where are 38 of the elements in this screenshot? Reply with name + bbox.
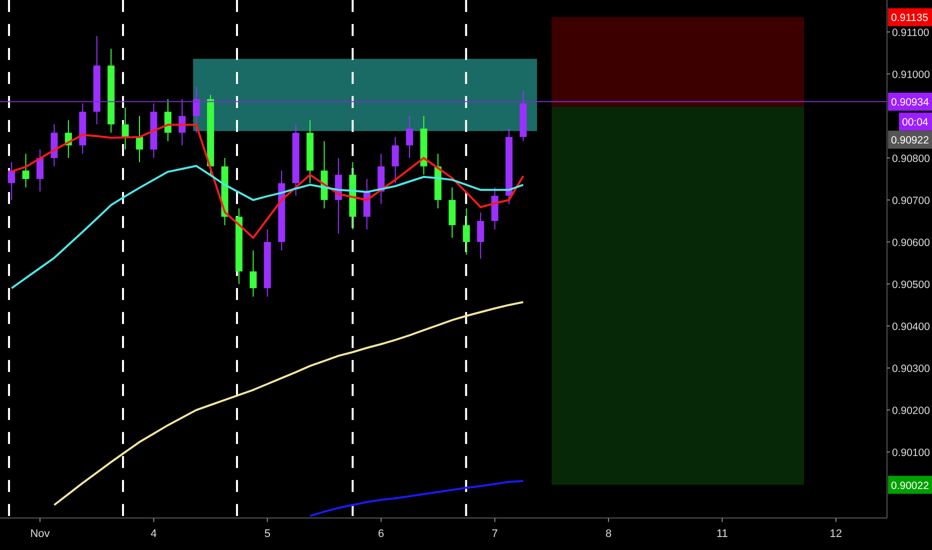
countdown-tag: 00:04: [899, 112, 932, 131]
candlestick: [136, 115, 143, 163]
candlestick: [392, 136, 399, 184]
price-tag: 0.90022: [888, 476, 932, 494]
candlestick: [8, 162, 16, 200]
date-axis-label: 12: [830, 528, 842, 540]
date-axis-label: 7: [492, 528, 498, 540]
candlestick: [164, 98, 172, 142]
price-tag: 0.90934: [888, 92, 932, 111]
date-axis-label: 8: [605, 528, 612, 540]
price-axis-label: 0.90800: [892, 152, 930, 165]
price-axis-label: 0.91100: [892, 26, 930, 39]
price-axis-label: 0.90400: [892, 321, 930, 333]
date-axis-label: 5: [264, 528, 270, 540]
price-axis-label: 0.91000: [892, 68, 930, 81]
candlestick: [122, 107, 129, 150]
candlestick: [192, 86, 200, 134]
candlestick: [462, 208, 470, 256]
annotation: 0.91135: [891, 12, 928, 24]
price-axis-label: 0.90700: [892, 194, 930, 207]
candlestick: [22, 153, 30, 188]
date-axis-label: Nov: [30, 528, 50, 540]
price-tag: 0.90922: [888, 130, 932, 149]
candlestick: [406, 115, 414, 158]
price-axis-label: 0.90500: [892, 279, 930, 291]
price-axis-label: 0.90300: [892, 363, 930, 376]
candlestick: [250, 250, 257, 298]
candlestick: [477, 212, 484, 260]
price-axis-label: 0.90100: [892, 447, 930, 460]
price-tag: 0.91135: [888, 8, 932, 26]
date-axis-label: 6: [378, 528, 384, 540]
price-axis-label: 0.90600: [892, 236, 930, 249]
annotation: 0.90022: [891, 480, 930, 492]
candlestick: [36, 149, 44, 192]
annotation: 0.90934: [891, 96, 930, 109]
price-axis-label: 0.90200: [892, 405, 930, 418]
date-axis-label: 11: [716, 528, 728, 540]
date-axis-label: 4: [150, 528, 157, 540]
